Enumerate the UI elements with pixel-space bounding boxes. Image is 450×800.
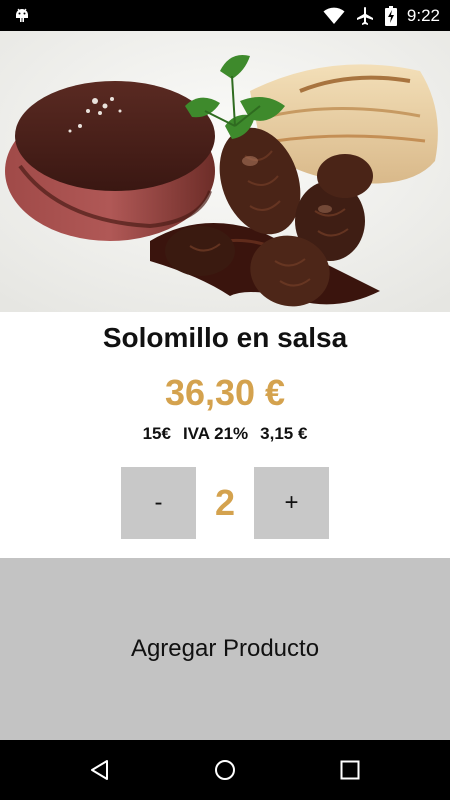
quantity-stepper: - 2 + — [0, 467, 450, 539]
product-price: 36,30 € — [164, 372, 286, 413]
tax-label: IVA 21% — [182, 424, 249, 443]
airplane-icon — [355, 6, 375, 26]
android-icon — [12, 5, 32, 25]
quantity-value: 2 — [214, 482, 236, 523]
back-icon[interactable] — [70, 740, 130, 800]
product-image — [0, 31, 450, 312]
navigation-bar — [0, 740, 450, 800]
price-breakdown: 15€ IVA 21% 3,15 € — [0, 424, 450, 444]
battery-charging-icon — [384, 5, 397, 26]
tax-amount: 3,15 € — [260, 424, 308, 443]
recents-icon[interactable] — [320, 740, 380, 800]
status-bar: 9:22 — [0, 0, 450, 31]
increase-quantity-button[interactable]: + — [254, 467, 329, 539]
add-product-button[interactable]: Agregar Producto — [0, 558, 450, 740]
base-price: 15€ — [142, 424, 171, 443]
product-name: Solomillo en salsa — [102, 322, 348, 353]
wifi-icon — [323, 7, 345, 25]
status-time: 9:22 — [406, 5, 440, 25]
decrease-quantity-button[interactable]: - — [121, 467, 196, 539]
home-icon[interactable] — [195, 740, 255, 800]
